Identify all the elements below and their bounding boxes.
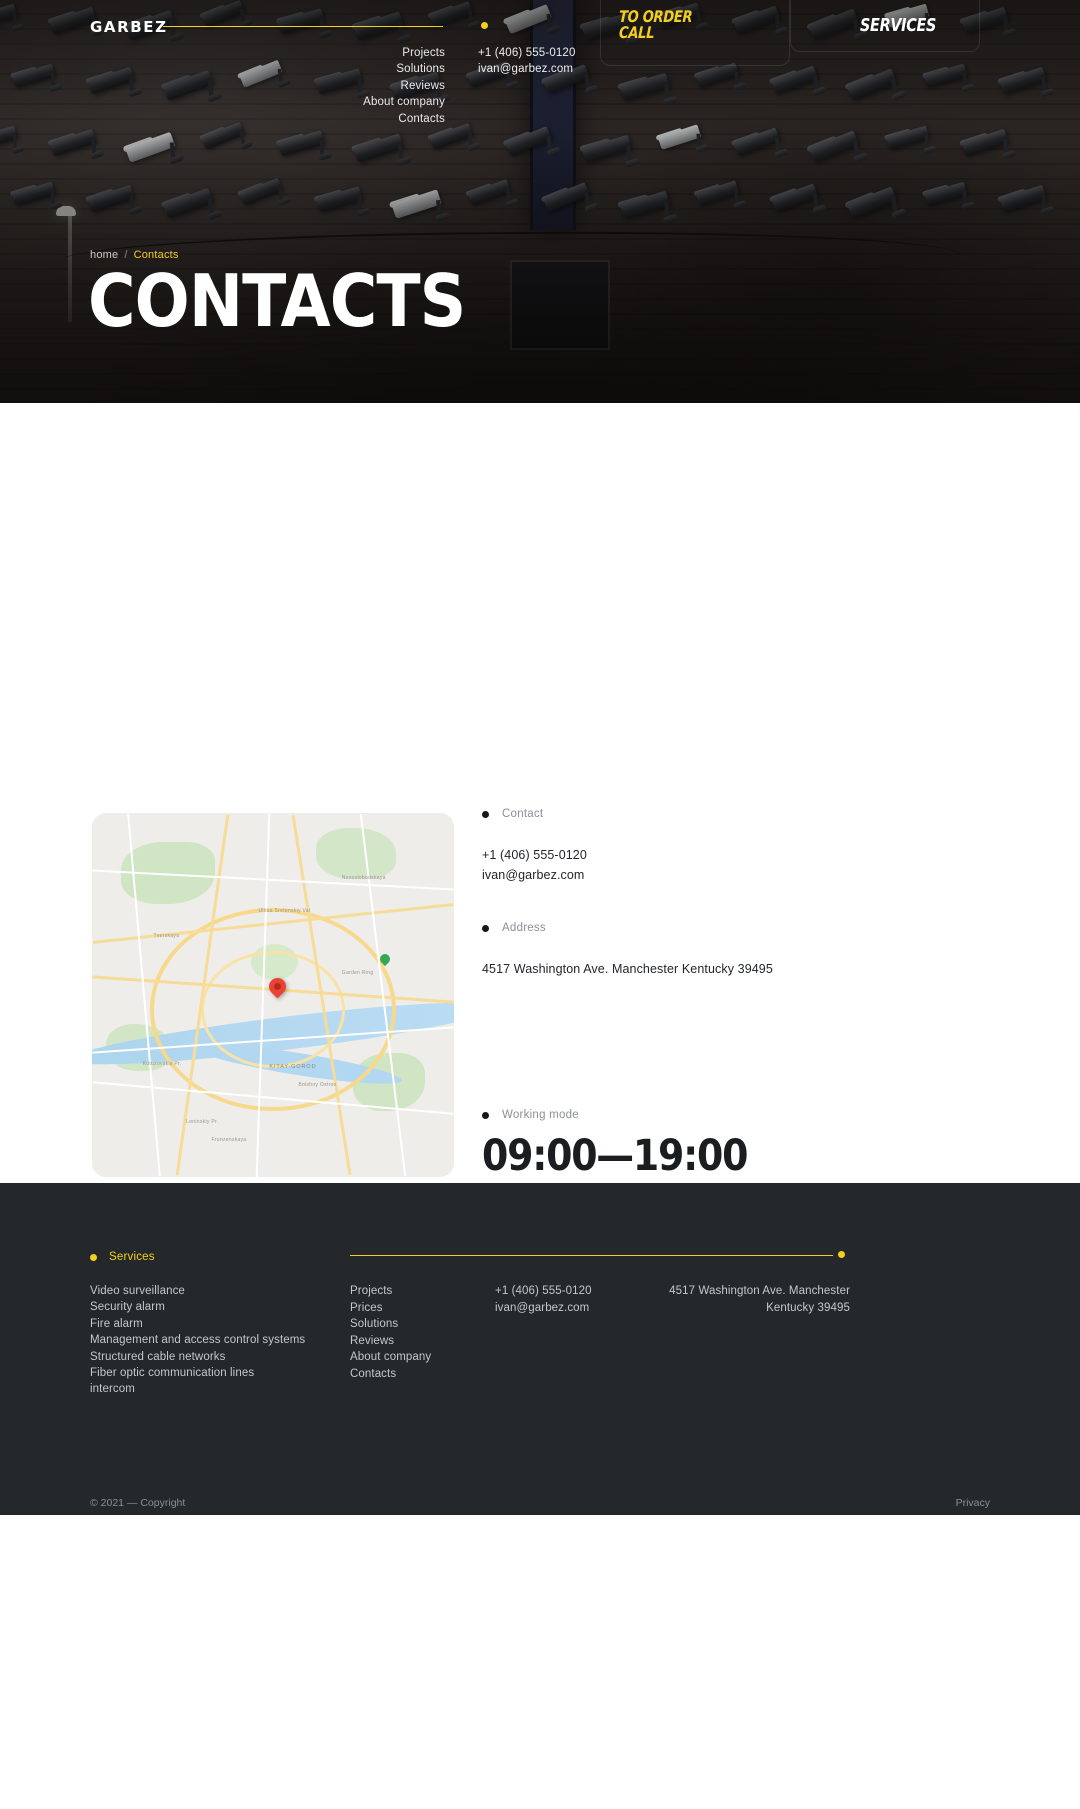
logo-dot-icon	[481, 22, 488, 29]
main-nav: Projects Solutions Reviews About company…	[300, 45, 445, 127]
footer-address: 4517 Washington Ave. Manchester Kentucky…	[640, 1283, 850, 1316]
privacy-link[interactable]: Privacy	[956, 1497, 990, 1509]
bullet-dot-icon	[482, 810, 489, 818]
address-eyebrow: Address	[482, 922, 942, 934]
contact-block: Contact +1 (406) 555-0120 ivan@garbez.co…	[482, 808, 942, 885]
footer-inner: Services Video surveillance Security alar…	[0, 1235, 1080, 1515]
map-label: Frunzenskaya	[211, 1136, 247, 1143]
map-label: Novoslobodskaya	[341, 874, 386, 881]
bullet-dot-icon	[482, 1111, 489, 1119]
site-footer: Services Video surveillance Security alar…	[0, 1183, 1080, 1515]
footer-service-item[interactable]: Management and access control systems	[90, 1332, 340, 1348]
footer-nav-item[interactable]: Prices	[350, 1300, 480, 1317]
page-root: GARBEZ Projects Solutions Reviews About …	[0, 0, 1080, 1515]
map-label: Leninskiy Pr.	[186, 1118, 219, 1125]
services-button-label: SERVICES	[859, 14, 936, 36]
site-header: GARBEZ Projects Solutions Reviews About …	[0, 0, 1080, 130]
address-block: Address 4517 Washington Ave. Manchester …	[482, 922, 942, 979]
contact-email[interactable]: ivan@garbez.com	[482, 865, 942, 885]
header-email-link[interactable]: ivan@garbez.com	[478, 61, 576, 77]
footer-nav-item[interactable]: Reviews	[350, 1333, 480, 1350]
footer-phone[interactable]: +1 (406) 555-0120	[495, 1283, 655, 1300]
working-mode-block: Working mode 09:00—19:00	[482, 1109, 942, 1179]
map-label: Garden Ring	[341, 969, 374, 976]
header-contacts: +1 (406) 555-0120 ivan@garbez.com	[478, 45, 576, 78]
contact-values: +1 (406) 555-0120 ivan@garbez.com	[482, 845, 942, 885]
order-call-button[interactable]: TO ORDER CALL	[600, 0, 790, 66]
page-title: CONTACTS	[88, 259, 466, 343]
footer-nav-item[interactable]: Solutions	[350, 1316, 480, 1333]
footer-service-item[interactable]: intercom	[90, 1381, 340, 1397]
contact-label: Contact	[502, 808, 544, 820]
footer-address-line1: 4517 Washington Ave. Manchester	[669, 1285, 850, 1297]
footer-nav-item[interactable]: About company	[350, 1349, 480, 1366]
map-park	[316, 827, 397, 879]
footer-dot-icon	[838, 1251, 845, 1258]
location-map[interactable]: Ulitsa Sretenskiy Val Novoslobodskaya Gard…	[92, 813, 454, 1177]
footer-rule	[350, 1255, 833, 1256]
address-values: 4517 Washington Ave. Manchester Kentucky…	[482, 959, 942, 979]
contacts-section: Ulitsa Sretenskiy Val Novoslobodskaya Gard…	[0, 403, 1080, 1515]
footer-nav-item[interactable]: Contacts	[350, 1366, 480, 1383]
nav-item-about-company[interactable]: About company	[300, 94, 445, 110]
header-phone-link[interactable]: +1 (406) 555-0120	[478, 45, 576, 61]
map-label: Ulitsa Sretenskiy Val	[258, 907, 311, 914]
nav-item-solutions[interactable]: Solutions	[300, 61, 445, 77]
copyright: © 2021 — Copyright	[90, 1497, 186, 1509]
footer-address-line2: Kentucky 39495	[766, 1301, 850, 1314]
bullet-dot-icon	[482, 924, 489, 932]
bullet-dot-icon	[90, 1253, 97, 1261]
logo-rule	[163, 26, 443, 27]
working-hours: 09:00—19:00	[482, 1131, 748, 1181]
footer-eyebrow: Services	[90, 1251, 155, 1263]
address-value: 4517 Washington Ave. Manchester Kentucky…	[482, 962, 773, 976]
footer-services-label: Services	[109, 1251, 155, 1263]
footer-service-item[interactable]: Fiber optic communication lines	[90, 1365, 340, 1381]
hero-section: GARBEZ Projects Solutions Reviews About …	[0, 0, 1080, 403]
nav-item-projects[interactable]: Projects	[300, 45, 445, 61]
map-label: Kutuzovskiy Pr.	[142, 1060, 182, 1067]
footer-contacts: +1 (406) 555-0120 ivan@garbez.com	[495, 1283, 655, 1316]
footer-service-item[interactable]: Video surveillance	[90, 1283, 340, 1299]
services-button[interactable]: SERVICES	[790, 0, 980, 52]
footer-services-list: Video surveillance Security alarm Fire ala…	[90, 1283, 340, 1398]
contact-phone[interactable]: +1 (406) 555-0120	[482, 845, 942, 865]
footer-nav-list: Projects Prices Solutions Reviews About comp…	[350, 1283, 480, 1382]
nav-item-contacts[interactable]: Contacts	[300, 111, 445, 127]
footer-email[interactable]: ivan@garbez.com	[495, 1300, 655, 1317]
contact-details: Contact +1 (406) 555-0120 ivan@garbez.co…	[482, 808, 942, 1179]
footer-service-item[interactable]: Security alarm	[90, 1299, 340, 1315]
logo[interactable]: GARBEZ	[90, 18, 168, 36]
map-label: KITAY-GOROD	[269, 1064, 317, 1071]
working-mode-label: Working mode	[502, 1109, 579, 1121]
footer-service-item[interactable]: Fire alarm	[90, 1316, 340, 1332]
order-call-label-line2: CALL	[618, 23, 655, 42]
footer-service-item[interactable]: Structured cable networks	[90, 1349, 340, 1365]
address-label: Address	[502, 922, 546, 934]
map-label: Tverskaya	[153, 933, 180, 940]
contact-eyebrow: Contact	[482, 808, 942, 820]
map-label: Bolshoy Ostrov	[298, 1082, 337, 1089]
working-mode-eyebrow: Working mode	[482, 1109, 942, 1121]
footer-nav-item[interactable]: Projects	[350, 1283, 480, 1300]
nav-item-reviews[interactable]: Reviews	[300, 78, 445, 94]
